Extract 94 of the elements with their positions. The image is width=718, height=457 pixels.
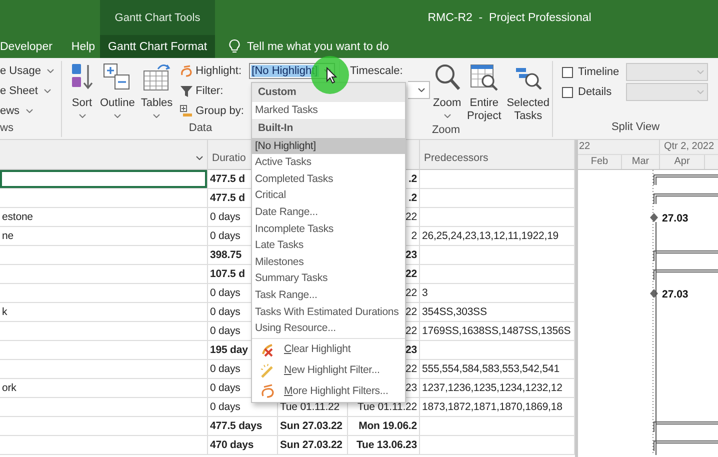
table-cell[interactable] xyxy=(0,284,208,303)
table-cell[interactable]: Tue 13.06.23 xyxy=(348,436,420,455)
view-dropdown-button[interactable]: e Usage xyxy=(0,61,58,81)
menu-item[interactable]: Marked Tasks xyxy=(252,102,405,119)
caret-icon xyxy=(196,156,203,160)
pointer-icon xyxy=(326,67,337,84)
splitter[interactable] xyxy=(575,140,578,457)
table-cell[interactable]: Sun 27.03.22 xyxy=(278,436,348,455)
table-cell[interactable] xyxy=(0,398,208,417)
ribbon-button[interactable]: Selected Tasks xyxy=(504,61,552,123)
table-cell[interactable]: 470 days xyxy=(208,436,278,455)
summary-bar[interactable] xyxy=(654,194,718,204)
calendar-zoom-icon xyxy=(469,62,500,92)
timescale-label: Apr xyxy=(674,156,690,167)
search-field[interactable]: Tell me what you want to do xyxy=(247,40,417,52)
view-dropdown-button[interactable]: ews xyxy=(0,101,58,121)
table-cell[interactable] xyxy=(0,265,208,284)
group-label: Split View xyxy=(611,121,660,133)
table-cell[interactable]: k xyxy=(0,303,208,322)
caret-icon xyxy=(444,114,451,118)
table-icon xyxy=(142,62,172,92)
table-cell[interactable] xyxy=(0,189,208,208)
group-label: Data xyxy=(188,122,212,134)
column-header[interactable]: Predecessors xyxy=(420,140,575,170)
highlighter-icon xyxy=(180,64,193,78)
timescale-label: Feb xyxy=(590,156,608,167)
table-cell[interactable] xyxy=(0,436,208,455)
table-cell[interactable] xyxy=(0,246,208,265)
milestone-label: 27.03 xyxy=(662,212,688,224)
ribbon-tab[interactable]: Gantt Chart Format xyxy=(100,35,216,58)
field-label: Timescale: xyxy=(349,65,403,77)
group-icon xyxy=(180,104,193,118)
caret-icon xyxy=(44,89,51,93)
search-icon xyxy=(433,62,462,92)
table-cell[interactable]: estone xyxy=(0,208,208,227)
timescale-label: 22 xyxy=(579,141,590,152)
group-label: ws xyxy=(0,122,14,134)
dropdown-field[interactable] xyxy=(408,81,430,99)
milestone-label: 27.03 xyxy=(662,288,688,300)
table-cell[interactable] xyxy=(0,322,208,341)
table-cell[interactable]: 477.5 days xyxy=(208,417,278,436)
lightbulb-icon xyxy=(229,39,240,54)
ribbon-button[interactable]: Outline xyxy=(97,61,138,121)
milestone-diamond[interactable] xyxy=(650,289,658,298)
timescale-label: Mar xyxy=(632,156,650,167)
filter-icon xyxy=(180,84,193,98)
caret-icon xyxy=(26,109,33,113)
caret-icon xyxy=(418,88,425,92)
table-cell[interactable]: Sun 27.03.22 xyxy=(278,417,348,436)
summary-bar[interactable] xyxy=(654,250,718,262)
ribbon-button[interactable]: Tables xyxy=(138,61,176,121)
checkbox[interactable] xyxy=(562,66,573,78)
checkbox-label: Timeline xyxy=(578,66,620,78)
field-label: Filter: xyxy=(196,85,224,97)
table-cell[interactable] xyxy=(0,417,208,436)
table-cell[interactable] xyxy=(0,170,208,189)
clear-highlight-icon xyxy=(260,342,275,357)
menu-item[interactable]: [No Highlight] xyxy=(252,138,405,154)
menu-command[interactable]: Clear Highlight xyxy=(252,338,405,360)
table-cell[interactable]: ne xyxy=(0,227,208,246)
wand-icon xyxy=(260,362,275,378)
sort-icon xyxy=(70,62,94,92)
outline-icon xyxy=(102,62,132,92)
table-cell[interactable]: Mon 19.06.2 xyxy=(348,417,420,436)
menu-section-header: Built-In xyxy=(252,118,405,138)
summary-bar[interactable] xyxy=(654,422,718,432)
caret-icon xyxy=(153,114,160,118)
checkbox-label: Details xyxy=(578,86,613,98)
table-cell[interactable]: ork xyxy=(0,379,208,398)
highlighter-icon xyxy=(260,384,275,399)
caret-icon xyxy=(78,114,86,118)
table-cell[interactable] xyxy=(0,341,208,360)
summary-bar[interactable] xyxy=(654,270,718,280)
ribbon-button[interactable]: Sort xyxy=(67,61,97,121)
summary-bar[interactable] xyxy=(654,440,718,452)
ribbon-button[interactable]: Zoom xyxy=(430,61,464,123)
caret-icon xyxy=(697,90,704,94)
menu-section-header: Custom xyxy=(252,83,405,102)
context-group-title: Gantt Chart Tools xyxy=(114,10,202,26)
field-label: Highlight: xyxy=(196,65,243,77)
caret-icon xyxy=(114,114,121,118)
timescale-label: Qtr 2, 2022 xyxy=(664,141,714,152)
group-label: Zoom xyxy=(432,124,460,136)
summary-bar[interactable] xyxy=(654,174,718,186)
table-cell[interactable] xyxy=(0,360,208,379)
view-dropdown-button[interactable]: e Sheet xyxy=(0,81,58,101)
ribbon-tab[interactable]: Developer xyxy=(0,35,60,58)
milestone-diamond[interactable] xyxy=(650,213,658,222)
caret-icon xyxy=(46,69,54,73)
checkbox[interactable] xyxy=(562,86,573,98)
field-label: Group by: xyxy=(196,105,245,117)
window-title: RMC-R2 - Project Professional xyxy=(428,12,592,24)
caret-icon xyxy=(697,70,704,74)
ribbon-button[interactable]: Entire Project xyxy=(464,61,504,123)
